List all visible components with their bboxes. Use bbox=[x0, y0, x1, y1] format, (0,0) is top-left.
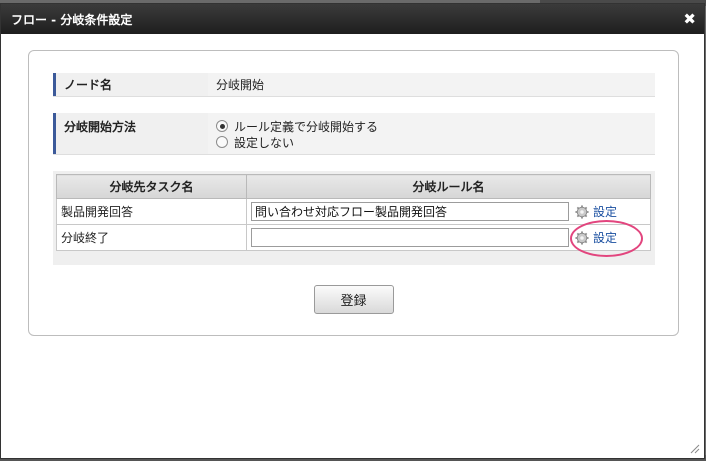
task-name-cell: 分岐終了 bbox=[56, 224, 247, 251]
table-row: 分岐終了 設定 bbox=[56, 224, 651, 251]
branch-method-row: 分岐開始方法 ルール定義で分岐開始する 設定しない bbox=[53, 113, 655, 155]
branch-method-options: ルール定義で分岐開始する 設定しない bbox=[208, 113, 655, 154]
column-header-rule: 分岐ルール名 bbox=[246, 174, 651, 199]
rule-name-input[interactable] bbox=[251, 228, 569, 247]
branch-method-label: 分岐開始方法 bbox=[53, 113, 208, 154]
node-name-row: ノード名 分岐開始 bbox=[53, 73, 655, 97]
dialog-title: フロー - 分岐条件設定 bbox=[11, 12, 133, 27]
register-button[interactable]: 登録 bbox=[313, 285, 394, 314]
radio-option-label: 設定しない bbox=[234, 135, 295, 150]
node-name-label: ノード名 bbox=[53, 73, 208, 96]
setting-link-label: 設定 bbox=[593, 231, 618, 245]
dialog-titlebar[interactable]: フロー - 分岐条件設定 ✖ bbox=[1, 4, 704, 34]
node-name-value: 分岐開始 bbox=[216, 78, 265, 92]
gear-icon bbox=[575, 230, 589, 245]
branch-condition-dialog: フロー - 分岐条件設定 ✖ ノード名 分岐開始 分岐開始方法 ルール定義で分岐… bbox=[0, 3, 705, 459]
rule-cell: 設定 bbox=[246, 198, 651, 225]
action-row: 登録 bbox=[29, 285, 678, 314]
radio-button-unchecked[interactable] bbox=[216, 136, 228, 148]
radio-button-checked[interactable] bbox=[216, 120, 228, 132]
rule-setting-link[interactable]: 設定 bbox=[575, 229, 617, 246]
gear-icon bbox=[575, 204, 589, 219]
branch-table: 分岐先タスク名 分岐ルール名 製品開発回答 問い合わせ対応フロー製品開発回答 設… bbox=[56, 174, 651, 251]
rule-cell: 設定 bbox=[246, 224, 651, 251]
rule-setting-link[interactable]: 設定 bbox=[575, 203, 617, 220]
radio-option-none[interactable]: 設定しない bbox=[216, 134, 294, 150]
branch-table-container: 分岐先タスク名 分岐ルール名 製品開発回答 問い合わせ対応フロー製品開発回答 設… bbox=[53, 171, 655, 265]
settings-panel: ノード名 分岐開始 分岐開始方法 ルール定義で分岐開始する 設定しない 分岐先タ… bbox=[28, 50, 679, 336]
setting-link-label: 設定 bbox=[593, 205, 618, 219]
column-header-task: 分岐先タスク名 bbox=[56, 174, 247, 199]
task-name-cell: 製品開発回答 bbox=[56, 198, 247, 225]
radio-option-rule-definition[interactable]: ルール定義で分岐開始する bbox=[216, 118, 378, 134]
rule-name-input[interactable] bbox=[251, 202, 569, 221]
table-row: 製品開発回答 問い合わせ対応フロー製品開発回答 設定 bbox=[56, 198, 651, 225]
close-icon[interactable]: ✖ bbox=[683, 11, 696, 27]
radio-option-label: ルール定義で分岐開始する bbox=[234, 119, 379, 134]
resize-grip-icon[interactable] bbox=[688, 442, 700, 454]
